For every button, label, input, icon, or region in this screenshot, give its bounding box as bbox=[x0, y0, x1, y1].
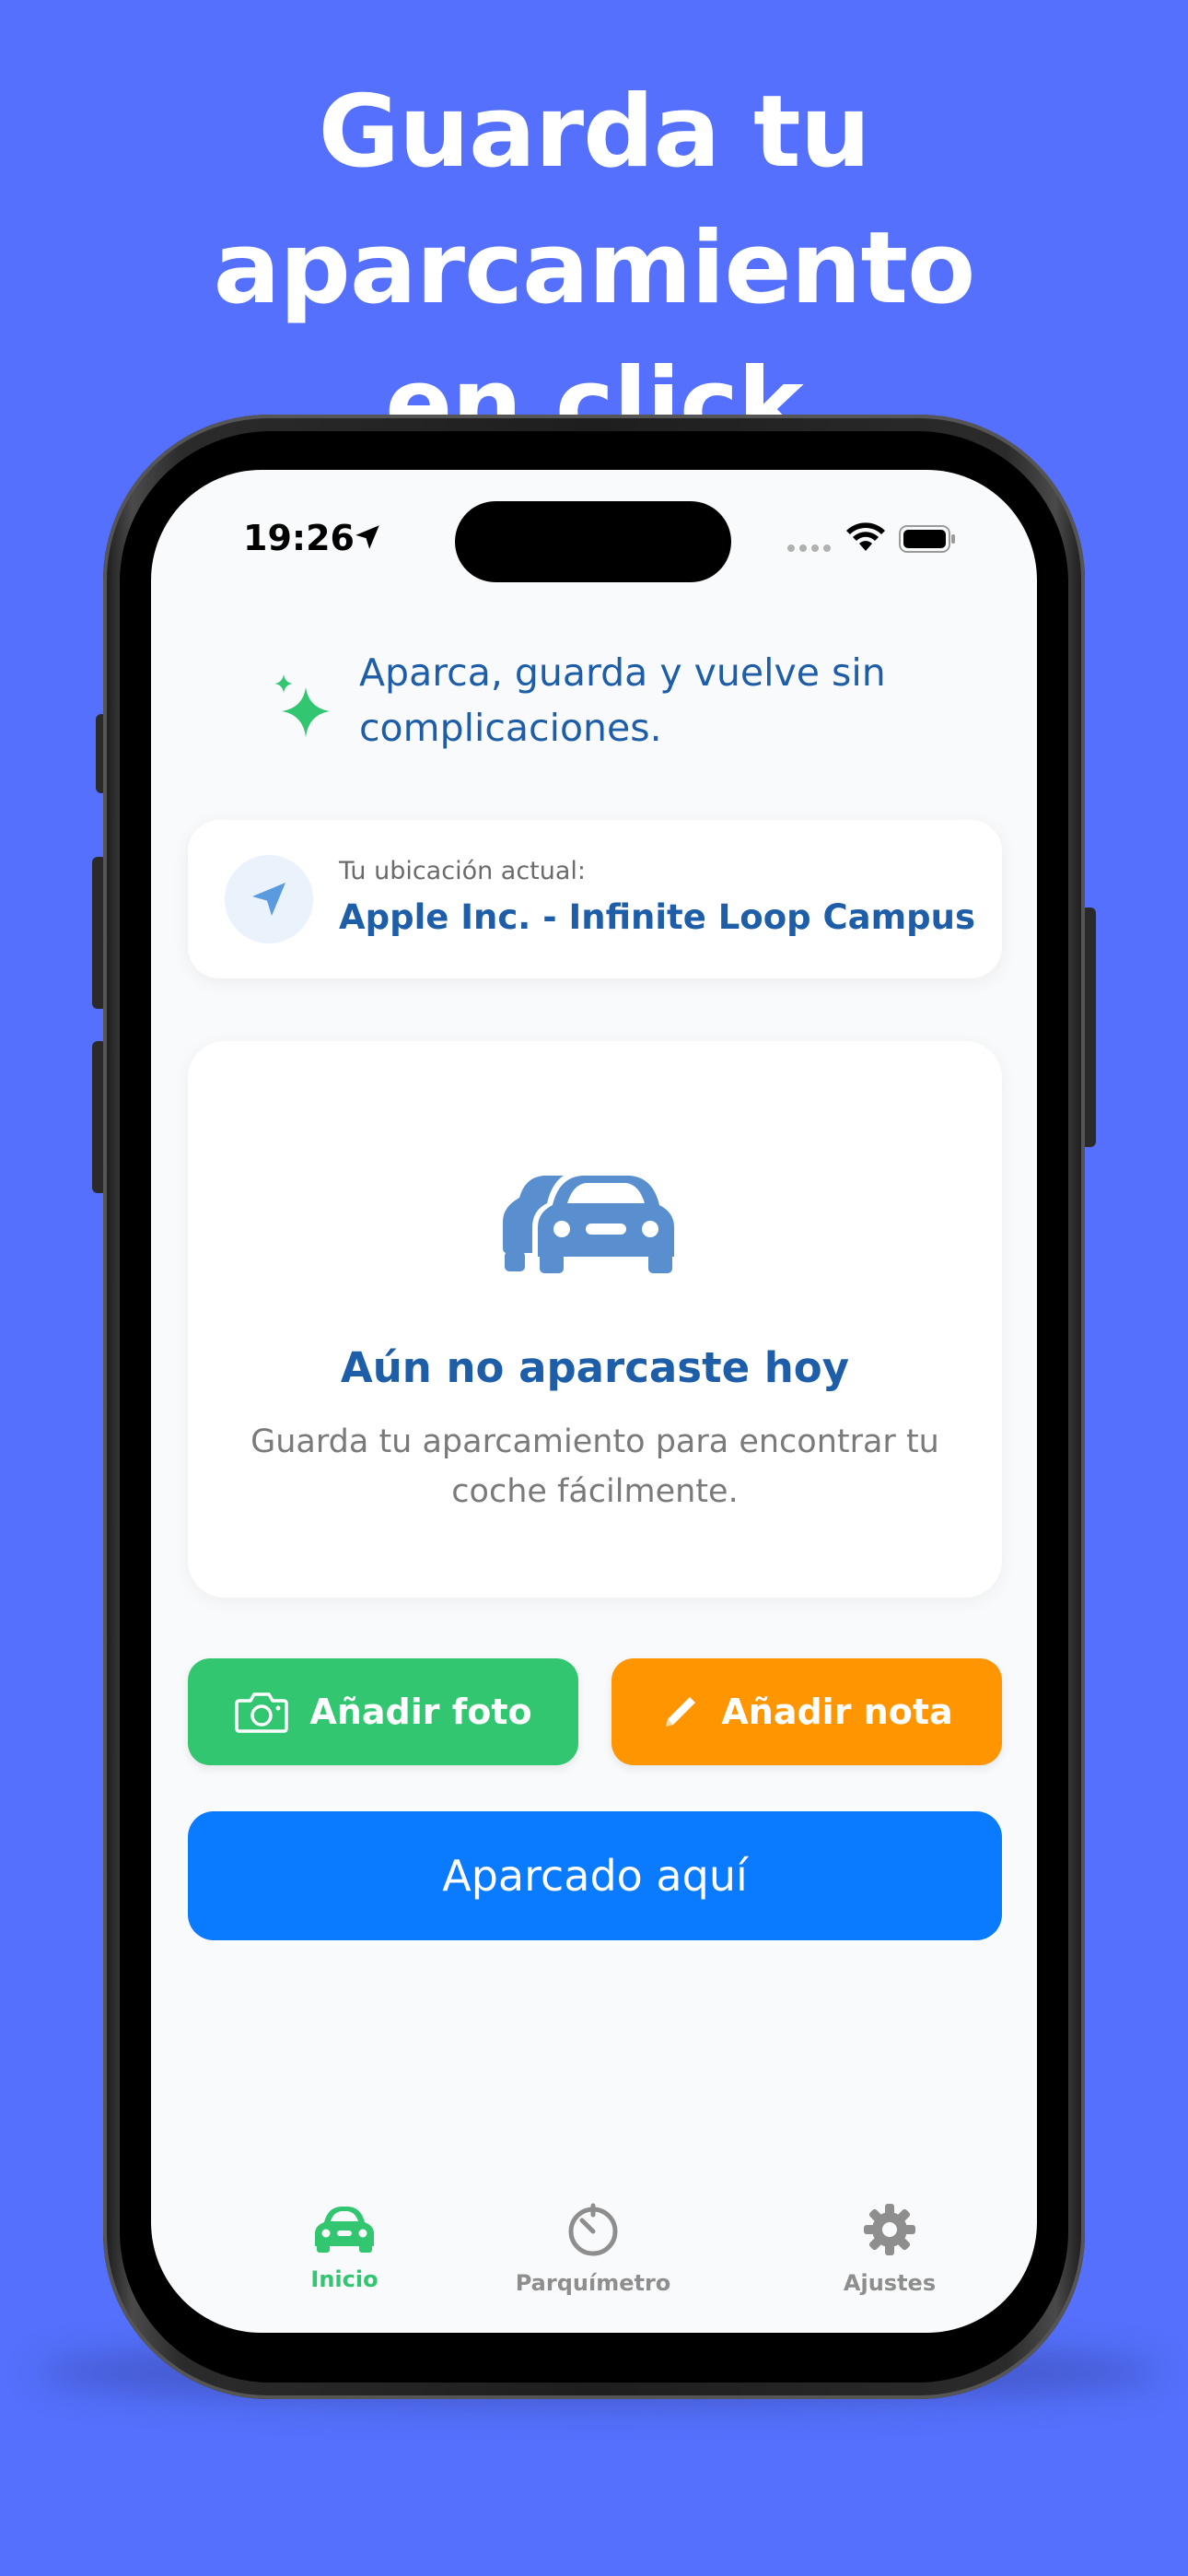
tab-inicio[interactable]: Inicio bbox=[234, 2202, 455, 2292]
tab-parquimetro[interactable]: Parquímetro bbox=[483, 2202, 704, 2296]
signal-dots-icon bbox=[787, 544, 831, 552]
current-location-card: Tu ubicación actual: Apple Inc. - Infini… bbox=[188, 820, 1002, 978]
app-screen: 19:26 Aparca, guarda y vuelve sin compli… bbox=[151, 470, 1037, 2333]
tab-parquimetro-label: Parquímetro bbox=[515, 2270, 671, 2296]
tab-ajustes[interactable]: Ajustes bbox=[779, 2202, 1000, 2296]
empty-state-title: Aún no aparcaste hoy bbox=[340, 1343, 850, 1392]
add-note-button[interactable]: Añadir nota bbox=[611, 1658, 1002, 1765]
location-value: Apple Inc. - Infinite Loop Campus bbox=[339, 897, 976, 937]
promo-page: Guarda tu aparcamiento en click 19:26 Ap… bbox=[0, 0, 1188, 2576]
car-icon bbox=[315, 2207, 374, 2253]
camera-icon bbox=[235, 1692, 289, 1733]
location-label: Tu ubicación actual: bbox=[339, 857, 587, 885]
app-tagline: Aparca, guarda y vuelve sin complicacion… bbox=[359, 650, 886, 750]
empty-state-subtitle: Guarda tu aparcamiento para encontrar tu… bbox=[250, 1423, 939, 1510]
tab-bar: Inicio Parquímetro Ajustes bbox=[151, 2202, 1037, 2333]
add-photo-label: Añadir foto bbox=[309, 1692, 532, 1732]
wifi-icon bbox=[846, 522, 885, 551]
promo-headline: Guarda tu aparcamiento en click bbox=[0, 64, 1188, 474]
pencil-icon bbox=[666, 1697, 696, 1727]
tab-inicio-label: Inicio bbox=[310, 2266, 379, 2292]
add-photo-button[interactable]: Añadir foto bbox=[188, 1658, 578, 1765]
add-note-label: Añadir nota bbox=[721, 1692, 953, 1732]
location-arrow-icon bbox=[355, 525, 379, 549]
gear-icon bbox=[864, 2204, 915, 2255]
parked-here-label: Aparcado aquí bbox=[442, 1851, 748, 1901]
dynamic-island bbox=[455, 501, 731, 582]
status-time: 19:26 bbox=[243, 518, 355, 558]
tab-ajustes-label: Ajustes bbox=[843, 2270, 937, 2296]
empty-state-card: Aún no aparcaste hoy Guarda tu aparcamie… bbox=[188, 1041, 1002, 1598]
headline-line-1: Guarda tu aparcamiento bbox=[213, 75, 976, 326]
cars-icon bbox=[503, 1170, 680, 1273]
parked-here-button[interactable]: Aparcado aquí bbox=[188, 1811, 1002, 1940]
sparkles-icon bbox=[274, 674, 330, 737]
timer-icon bbox=[568, 2203, 618, 2256]
navigation-arrow-icon bbox=[252, 883, 285, 916]
battery-icon bbox=[899, 525, 955, 553]
location-icon-badge bbox=[225, 855, 313, 943]
